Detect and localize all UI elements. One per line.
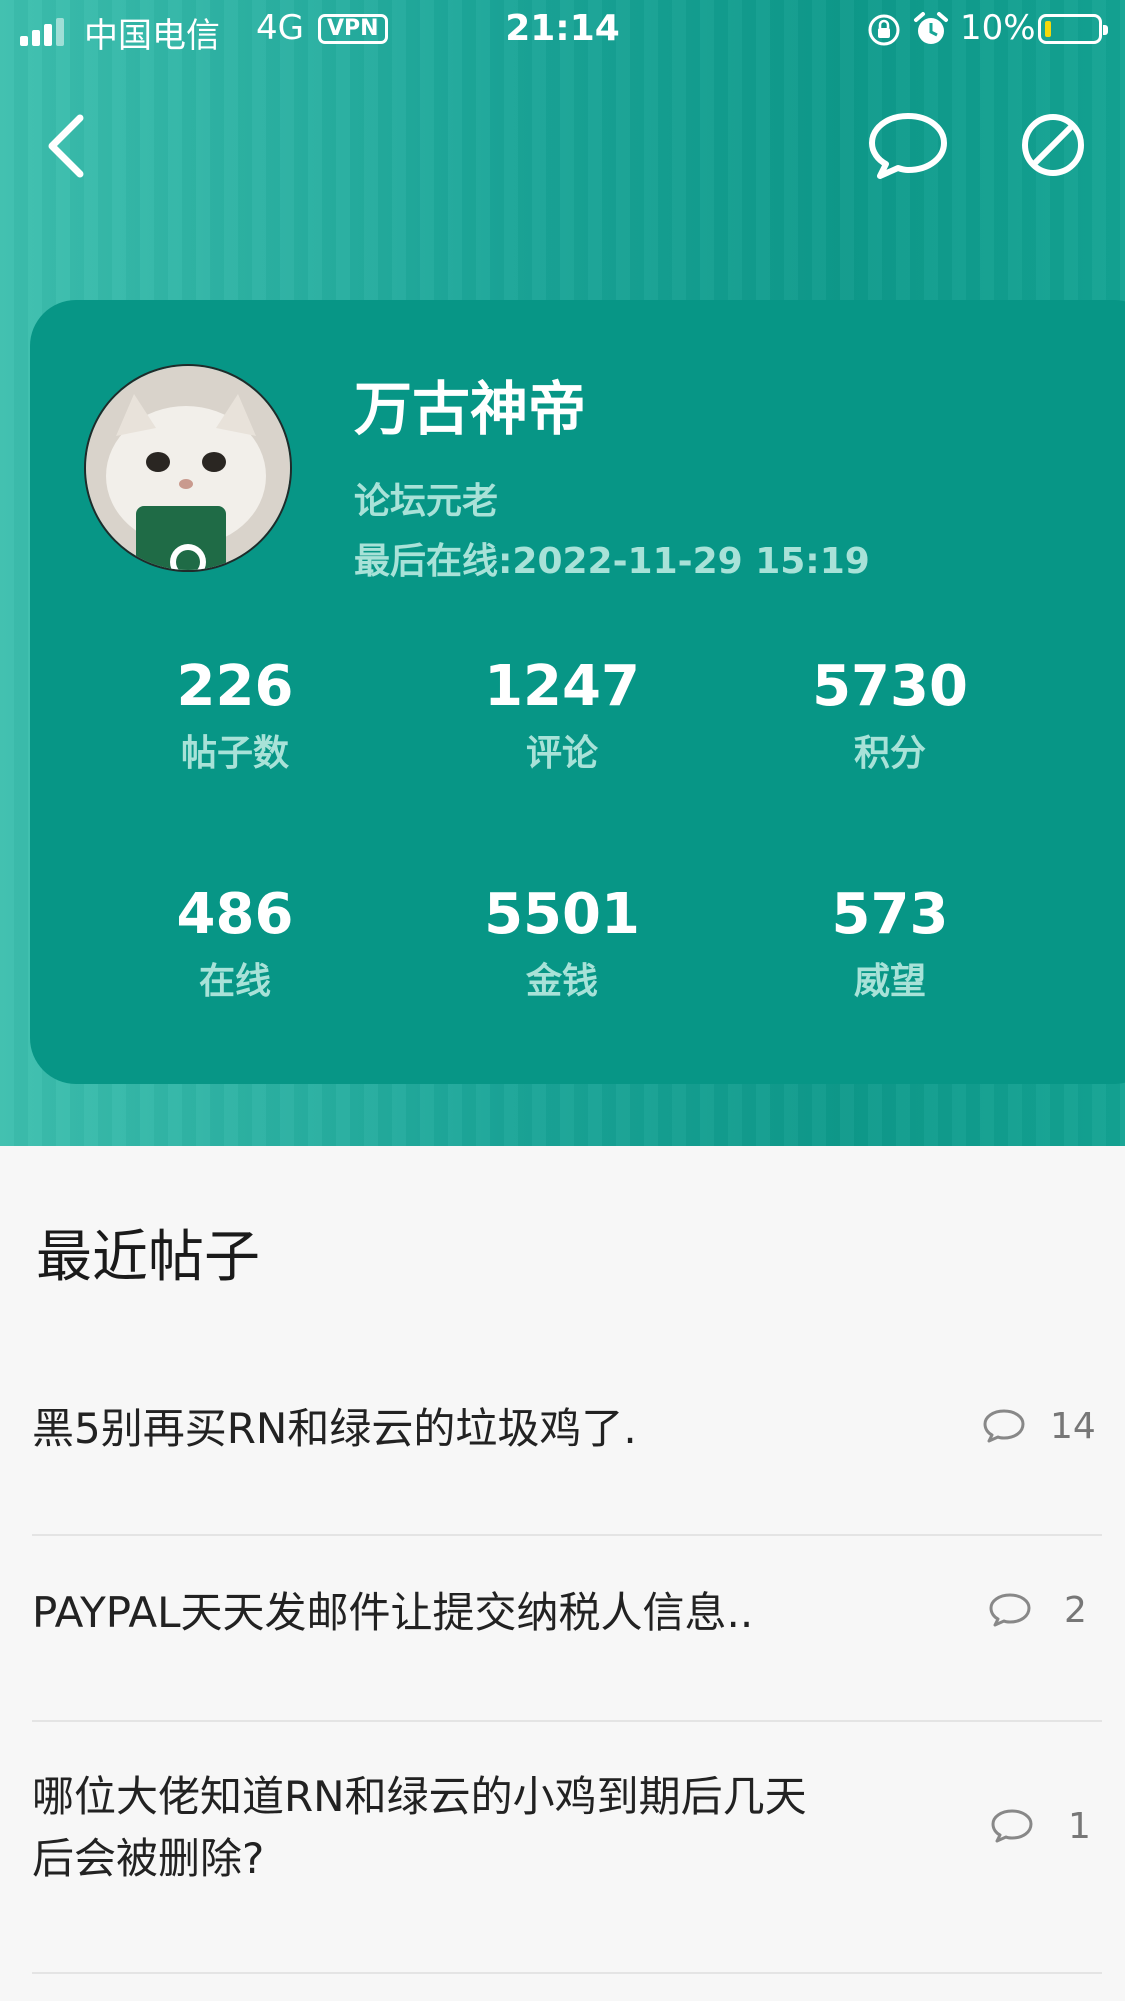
post-item[interactable]: 哪位大佬知道RN和绿云的小鸡到期后几天 后会被删除? 1 bbox=[32, 1766, 1102, 1896]
profile-card: 万古神帝 论坛元老 最后在线:2022-11-29 15:19 226 帖子数 … bbox=[30, 300, 1125, 1084]
comment-count: 2 bbox=[1064, 1590, 1087, 1631]
back-button[interactable] bbox=[40, 110, 100, 180]
chat-bubble-icon bbox=[869, 113, 947, 179]
stat-label: 评论 bbox=[525, 733, 598, 774]
block-icon bbox=[1022, 114, 1084, 176]
comment-count: 1 bbox=[1068, 1806, 1091, 1847]
stat-value: 1247 bbox=[484, 654, 640, 719]
stat-value: 573 bbox=[831, 882, 949, 947]
post-title: PAYPAL天天发邮件让提交纳税人信息.. bbox=[32, 1588, 754, 1637]
stat-label: 威望 bbox=[853, 961, 926, 1002]
stat-online[interactable]: 486 在线 bbox=[125, 880, 345, 1014]
post-item[interactable]: 黑5别再买RN和绿云的垃圾鸡了. 14 bbox=[32, 1394, 1102, 1474]
post-title-line: 后会被删除? bbox=[32, 1834, 265, 1883]
rotation-lock-icon bbox=[868, 14, 900, 46]
avatar[interactable] bbox=[84, 364, 292, 572]
comment-icon bbox=[991, 1809, 1033, 1843]
divider bbox=[32, 1534, 1102, 1536]
recent-posts-heading: 最近帖子 bbox=[36, 1225, 260, 1290]
cat-avatar-image bbox=[86, 366, 290, 570]
stat-value: 5501 bbox=[484, 882, 640, 947]
battery-percent: 10% bbox=[960, 8, 1036, 48]
comment-icon bbox=[989, 1593, 1031, 1627]
stat-label: 帖子数 bbox=[180, 733, 289, 774]
stat-value: 226 bbox=[176, 654, 294, 719]
post-title: 黑5别再买RN和绿云的垃圾鸡了. bbox=[32, 1404, 637, 1453]
stat-value: 486 bbox=[176, 882, 294, 947]
stat-points[interactable]: 5730 积分 bbox=[780, 652, 1000, 786]
last-online-time: 最后在线:2022-11-29 15:19 bbox=[354, 541, 870, 582]
post-title-line: 哪位大佬知道RN和绿云的小鸡到期后几天 bbox=[32, 1772, 807, 1821]
stat-money[interactable]: 5501 金钱 bbox=[452, 880, 672, 1014]
stat-label: 金钱 bbox=[525, 961, 598, 1002]
battery-icon bbox=[1038, 14, 1108, 44]
comment-count: 14 bbox=[1050, 1406, 1096, 1447]
send-message-button[interactable] bbox=[866, 110, 950, 180]
stat-label: 积分 bbox=[853, 733, 926, 774]
post-item[interactable]: PAYPAL天天发邮件让提交纳税人信息.. 2 bbox=[32, 1582, 1102, 1662]
stat-comments[interactable]: 1247 评论 bbox=[452, 652, 672, 786]
divider bbox=[32, 1720, 1102, 1722]
status-bar: 中国电信 4G VPN 21:14 10% bbox=[0, 0, 1125, 60]
username: 万古神帝 bbox=[354, 375, 587, 443]
user-rank: 论坛元老 bbox=[354, 481, 499, 522]
block-user-button[interactable] bbox=[1016, 108, 1090, 182]
clock: 21:14 bbox=[505, 8, 620, 49]
stat-prestige[interactable]: 573 威望 bbox=[780, 880, 1000, 1014]
alarm-icon bbox=[914, 12, 948, 44]
comment-icon bbox=[983, 1409, 1025, 1443]
chevron-left-icon bbox=[48, 114, 84, 178]
divider bbox=[32, 1972, 1102, 1974]
stat-label: 在线 bbox=[198, 961, 271, 1002]
stat-value: 5730 bbox=[812, 654, 968, 719]
stat-posts[interactable]: 226 帖子数 bbox=[125, 652, 345, 786]
